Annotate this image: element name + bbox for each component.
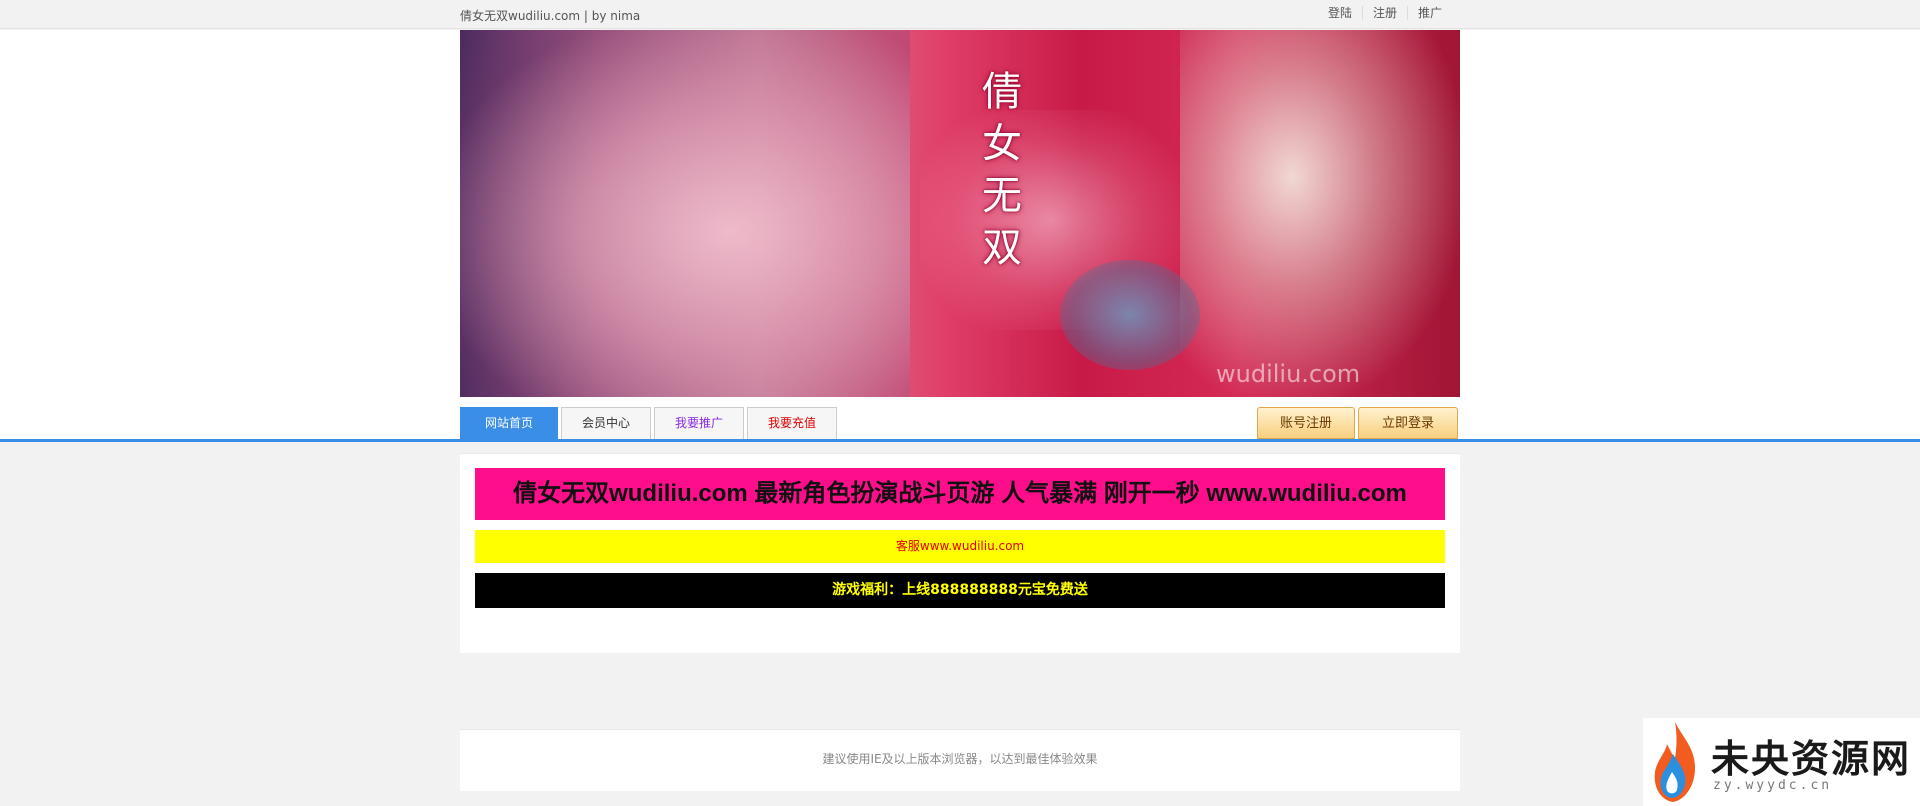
- banner-vertical-title: 倩 女 无 双: [972, 66, 1032, 274]
- promo-headline-banner[interactable]: 倩女无双wudiliu.com 最新角色扮演战斗页游 人气暴满 刚开一秒 www…: [475, 468, 1445, 520]
- browser-notice: 建议使用IE及以上版本浏览器，以达到最佳体验效果: [822, 752, 1098, 766]
- tab-recharge[interactable]: 我要充值: [747, 407, 837, 439]
- banner-title-char: 倩: [982, 69, 1022, 115]
- banner-title-char: 女: [982, 121, 1022, 167]
- top-links: 登陆 注册 推广: [1318, 6, 1452, 20]
- tab-member-center[interactable]: 会员中心: [561, 407, 651, 439]
- game-benefit-banner[interactable]: 游戏福利：上线888888888元宝免费送: [475, 573, 1445, 608]
- flame-icon: [1654, 722, 1695, 802]
- banner-character-figure: [1180, 30, 1460, 397]
- banner-title-char: 无: [982, 173, 1022, 219]
- main-content: 倩女无双wudiliu.com 最新角色扮演战斗页游 人气暴满 刚开一秒 www…: [460, 453, 1460, 653]
- register-link[interactable]: 注册: [1361, 6, 1407, 20]
- promote-link[interactable]: 推广: [1406, 6, 1452, 20]
- banner-watermark: wudiliu.com: [1216, 360, 1361, 388]
- tab-promote[interactable]: 我要推广: [654, 407, 744, 439]
- customer-service-banner[interactable]: 客服www.wudiliu.com: [475, 530, 1445, 563]
- banner-armor: [1060, 260, 1200, 370]
- logo-text: 未央资源网: [1711, 736, 1912, 781]
- login-now-button[interactable]: 立即登录: [1358, 407, 1458, 439]
- hero-banner-image: 倩 女 无 双 wudiliu.com: [460, 30, 1460, 397]
- footer: 建议使用IE及以上版本浏览器，以达到最佳体验效果: [460, 729, 1460, 791]
- top-bar: 倩女无双wudiliu.com | by nima 登陆 注册 推广: [0, 0, 1920, 29]
- logo-subtext: zy.wyydc.cn: [1713, 778, 1833, 793]
- tab-home[interactable]: 网站首页: [460, 407, 558, 439]
- banner-title-char: 双: [982, 225, 1022, 271]
- login-link[interactable]: 登陆: [1318, 6, 1362, 20]
- banner-face-portrait: [460, 30, 910, 397]
- main-navigation: 网站首页 会员中心 我要推广 我要充值 账号注册 立即登录: [460, 407, 1460, 440]
- register-account-button[interactable]: 账号注册: [1257, 407, 1355, 439]
- site-title: 倩女无双wudiliu.com | by nima: [460, 9, 641, 23]
- site-logo-watermark: 未央资源网 zy.wyydc.cn: [1643, 718, 1920, 806]
